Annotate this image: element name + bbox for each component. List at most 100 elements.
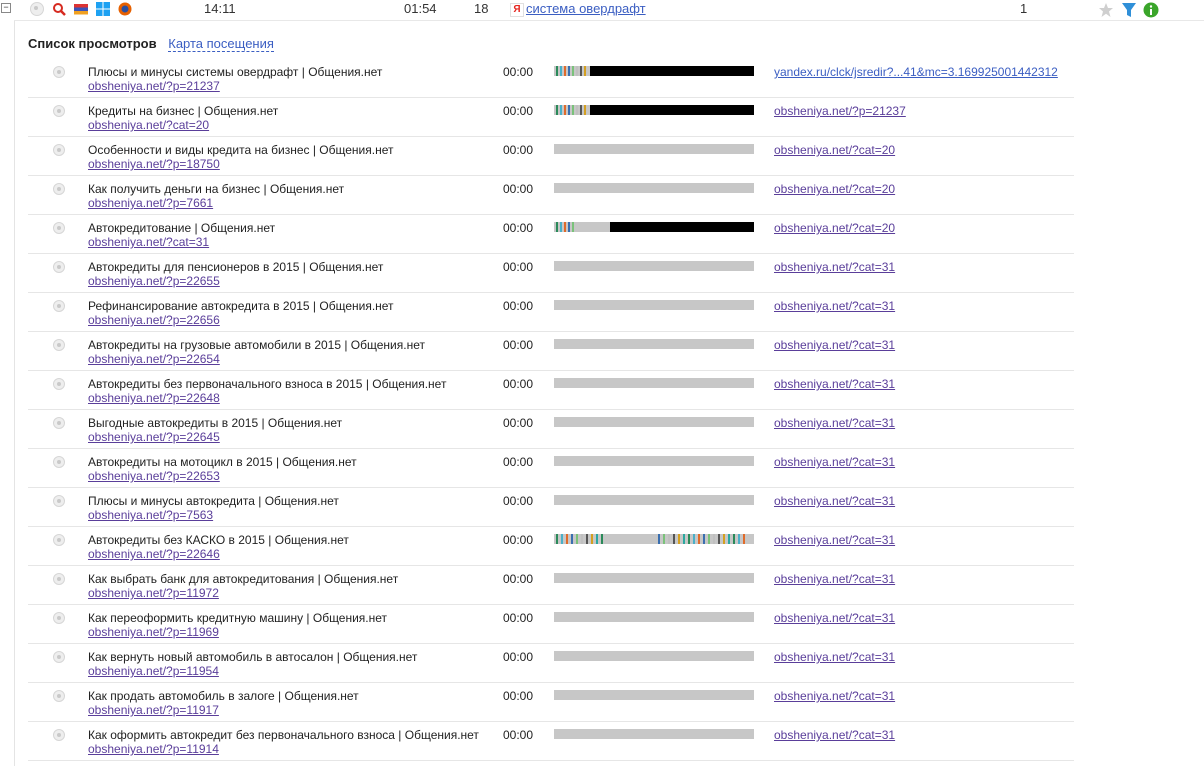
activity-segment xyxy=(718,534,720,544)
referrer-link[interactable]: obsheniya.net/?cat=31 xyxy=(774,377,895,391)
activity-segment xyxy=(556,534,558,544)
page-url-link[interactable]: obsheniya.net/?p=22654 xyxy=(88,352,220,366)
activity-segment xyxy=(580,105,582,115)
session-row[interactable]: 14:11 01:54 18 Я система овердрафт 1 xyxy=(14,0,1204,21)
page-url-link[interactable]: obsheniya.net/?p=22656 xyxy=(88,313,220,327)
page-url-link[interactable]: obsheniya.net/?p=11917 xyxy=(88,703,219,717)
row-status-dot-icon xyxy=(53,573,65,585)
view-row[interactable]: Как получить деньги на бизнес | Общения.… xyxy=(28,176,1074,215)
page-url-link[interactable]: obsheniya.net/?p=22648 xyxy=(88,391,220,405)
view-time: 00:00 xyxy=(503,650,534,664)
page-url-link[interactable]: obsheniya.net/?p=7563 xyxy=(88,508,213,522)
referrer-link[interactable]: obsheniya.net/?cat=31 xyxy=(774,416,895,430)
view-row[interactable]: Автокредиты без первоначального взноса в… xyxy=(28,371,1074,410)
view-row[interactable]: Как переоформить кредитную машину | Обще… xyxy=(28,605,1074,644)
collapse-toggle[interactable]: − xyxy=(1,3,11,13)
view-row[interactable]: Автокредиты для пенсионеров в 2015 | Общ… xyxy=(28,254,1074,293)
page-url-link[interactable]: obsheniya.net/?p=11954 xyxy=(88,664,219,678)
referrer-link[interactable]: obsheniya.net/?cat=20 xyxy=(774,143,895,157)
view-row[interactable]: Как вернуть новый автомобиль в автосалон… xyxy=(28,644,1074,683)
row-status-dot-icon xyxy=(53,456,65,468)
page-url-link[interactable]: obsheniya.net/?p=11969 xyxy=(88,625,219,639)
search-icon xyxy=(53,3,66,16)
referrer-link[interactable]: obsheniya.net/?cat=31 xyxy=(774,611,895,625)
page-title: Автокредиты для пенсионеров в 2015 | Общ… xyxy=(88,260,384,274)
page-url-link[interactable]: obsheniya.net/?p=22645 xyxy=(88,430,220,444)
activity-bar xyxy=(554,612,754,622)
view-time: 00:00 xyxy=(503,299,534,313)
referrer-link[interactable]: obsheniya.net/?cat=31 xyxy=(774,299,895,313)
activity-segment xyxy=(576,105,578,115)
filter-icon[interactable] xyxy=(1121,2,1137,18)
page-url-link[interactable]: obsheniya.net/?cat=20 xyxy=(88,118,209,132)
view-time: 00:00 xyxy=(503,65,534,79)
activity-bar xyxy=(554,105,754,115)
page-url-link[interactable]: obsheniya.net/?cat=31 xyxy=(88,235,209,249)
page-url-link[interactable]: obsheniya.net/?p=21237 xyxy=(88,79,220,93)
referrer-link[interactable]: obsheniya.net/?cat=31 xyxy=(774,689,895,703)
activity-bar xyxy=(554,66,754,76)
view-row[interactable]: Кредиты на бизнес | Общения.нет obsheniya… xyxy=(28,98,1074,137)
referrer-link[interactable]: obsheniya.net/?cat=20 xyxy=(774,221,895,235)
session-start-time: 14:11 xyxy=(204,1,236,16)
referrer-link[interactable]: obsheniya.net/?cat=31 xyxy=(774,533,895,547)
view-row[interactable]: Особенности и виды кредита на бизнес | О… xyxy=(28,137,1074,176)
page-url-link[interactable]: obsheniya.net/?p=22646 xyxy=(88,547,220,561)
referrer-link[interactable]: obsheniya.net/?cat=31 xyxy=(774,455,895,469)
referrer-link[interactable]: obsheniya.net/?cat=31 xyxy=(774,338,895,352)
page-url-link[interactable]: obsheniya.net/?p=11972 xyxy=(88,586,219,600)
referrer-link[interactable]: obsheniya.net/?cat=31 xyxy=(774,650,895,664)
referrer-link[interactable]: obsheniya.net/?cat=31 xyxy=(774,494,895,508)
search-query-link[interactable]: система овердрафт xyxy=(526,1,646,16)
view-row[interactable]: Выгодные автокредиты в 2015 | Общения.не… xyxy=(28,410,1074,449)
referrer-link[interactable]: obsheniya.net/?cat=31 xyxy=(774,260,895,274)
activity-segment xyxy=(708,534,710,544)
referrer-link[interactable]: obsheniya.net/?cat=31 xyxy=(774,572,895,586)
view-row[interactable]: Плюсы и минусы автокредита | Общения.нет… xyxy=(28,488,1074,527)
page-title: Плюсы и минусы системы овердрафт | Общен… xyxy=(88,65,383,79)
page-url-link[interactable]: obsheniya.net/?p=22653 xyxy=(88,469,220,483)
views-list-title: Список просмотров xyxy=(28,36,157,51)
activity-segment xyxy=(698,534,700,544)
activity-segment xyxy=(693,534,695,544)
activity-segment xyxy=(560,105,562,115)
activity-segment xyxy=(576,534,578,544)
star-icon[interactable] xyxy=(1098,2,1114,18)
referrer-link[interactable]: obsheniya.net/?cat=31 xyxy=(774,728,895,742)
activity-segment xyxy=(678,534,680,544)
row-status-dot-icon xyxy=(53,378,65,390)
page-url-link[interactable]: obsheniya.net/?p=18750 xyxy=(88,157,220,171)
view-row[interactable]: Рефинансирование автокредита в 2015 | Об… xyxy=(28,293,1074,332)
referrer-link[interactable]: yandex.ru/clck/jsredir?...41&mc=3.169925… xyxy=(774,65,1058,79)
session-count: 1 xyxy=(1020,1,1028,16)
activity-segment xyxy=(733,534,735,544)
view-time: 00:00 xyxy=(503,416,534,430)
view-row[interactable]: Плюсы и минусы системы овердрафт | Общен… xyxy=(28,59,1074,98)
view-row[interactable]: Как оформить автокредит без первоначальн… xyxy=(28,722,1074,761)
row-status-dot-icon xyxy=(53,183,65,195)
row-status-dot-icon xyxy=(53,651,65,663)
info-icon[interactable] xyxy=(1143,2,1159,18)
view-time: 00:00 xyxy=(503,338,534,352)
page-url-link[interactable]: obsheniya.net/?p=7661 xyxy=(88,196,213,210)
windows-icon xyxy=(96,2,110,16)
view-row[interactable]: Автокредиты без КАСКО в 2015 | Общения.н… xyxy=(28,527,1074,566)
page-url-link[interactable]: obsheniya.net/?p=22655 xyxy=(88,274,220,288)
referrer-link[interactable]: obsheniya.net/?cat=20 xyxy=(774,182,895,196)
yandex-icon: Я xyxy=(510,3,524,17)
activity-segment xyxy=(663,534,665,544)
activity-bar xyxy=(554,729,754,739)
view-row[interactable]: Автокредиты на мотоцикл в 2015 | Общения… xyxy=(28,449,1074,488)
page-url-link[interactable]: obsheniya.net/?p=11914 xyxy=(88,742,219,756)
activity-bar xyxy=(554,573,754,583)
view-row[interactable]: Как продать автомобиль в залоге | Общени… xyxy=(28,683,1074,722)
referrer-link[interactable]: obsheniya.net/?p=21237 xyxy=(774,104,906,118)
view-row[interactable]: Автокредиты на грузовые автомобили в 201… xyxy=(28,332,1074,371)
activity-segment xyxy=(568,222,570,232)
view-row[interactable]: Как выбрать банк для автокредитования | … xyxy=(28,566,1074,605)
activity-segment xyxy=(743,534,745,544)
tab-visit-map[interactable]: Карта посещения xyxy=(168,36,274,52)
view-time: 00:00 xyxy=(503,455,534,469)
view-row[interactable]: Автокредитование | Общения.нет obsheniya.… xyxy=(28,215,1074,254)
activity-segment xyxy=(584,66,586,76)
